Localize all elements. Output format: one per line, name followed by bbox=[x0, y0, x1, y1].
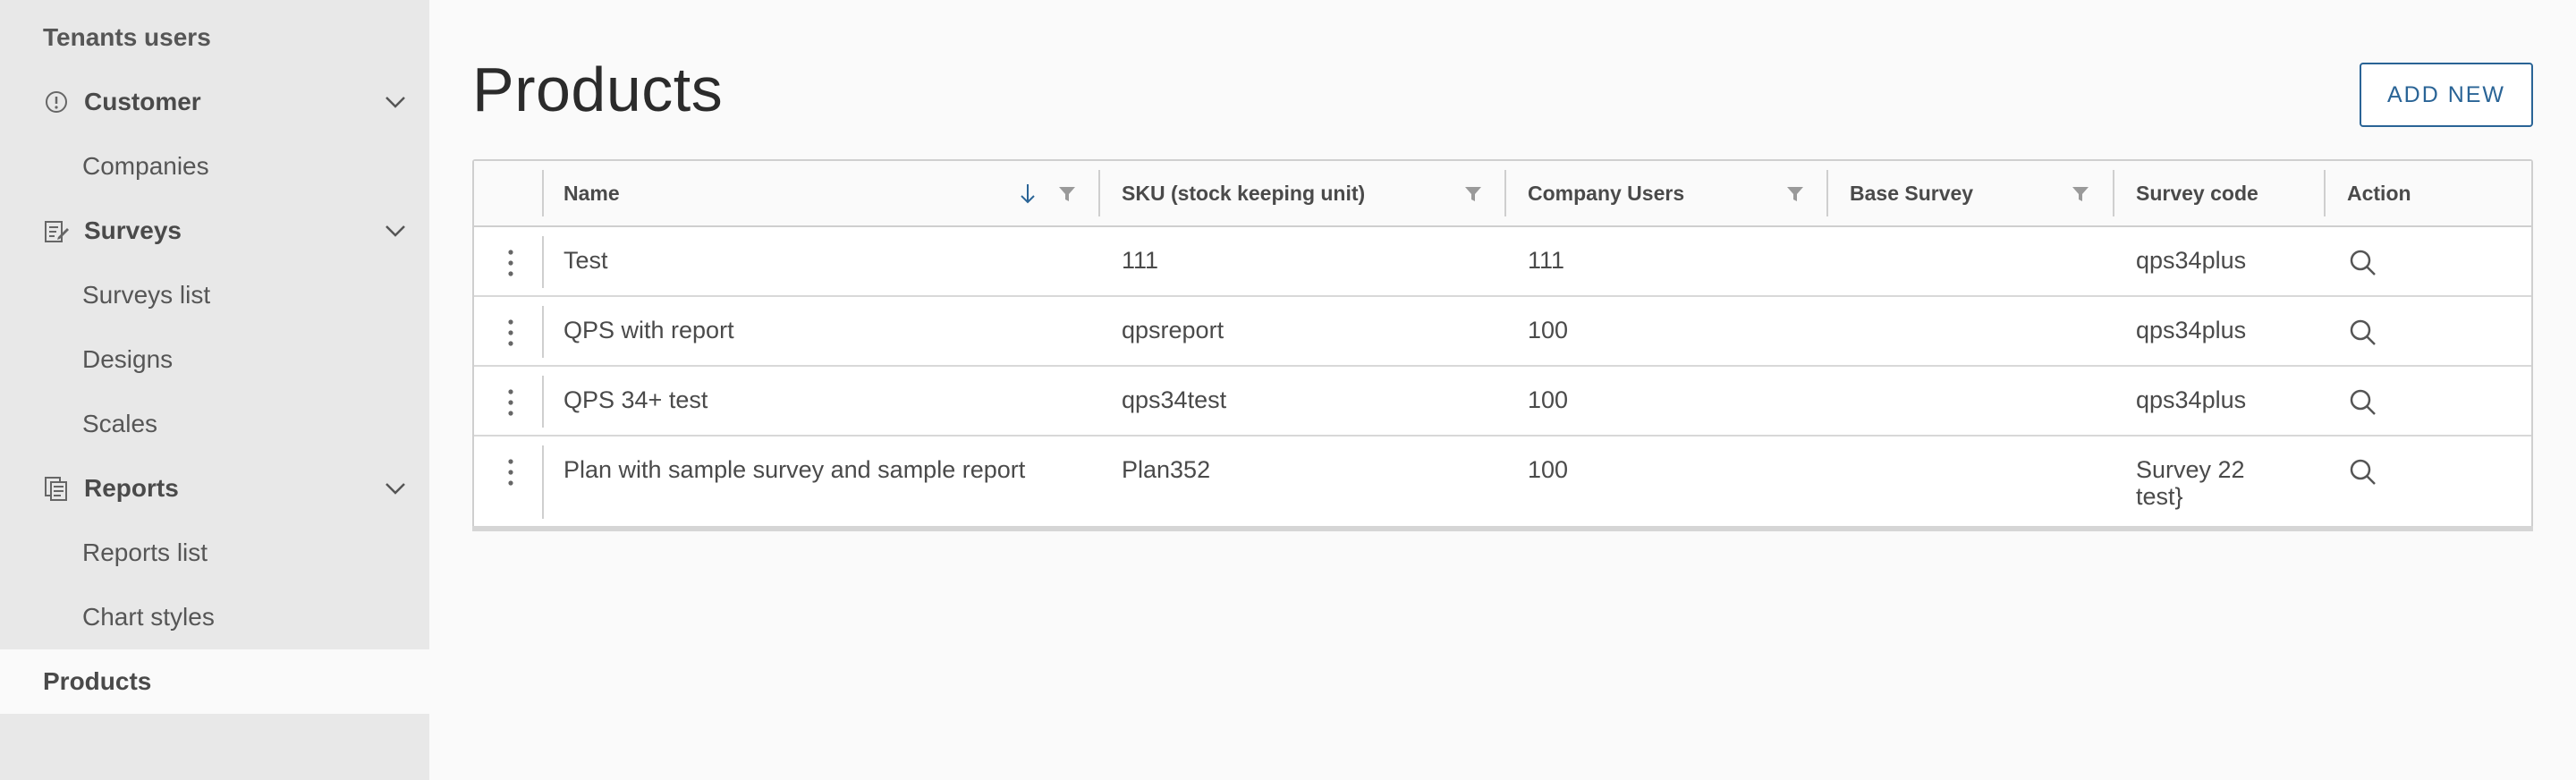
cell-sku: qps34test bbox=[1122, 386, 1227, 413]
sidebar-item-scales[interactable]: Scales bbox=[0, 392, 429, 456]
filter-icon[interactable] bbox=[1785, 184, 1805, 204]
cell-sku: 111 bbox=[1122, 247, 1159, 274]
row-actions-kebab-icon[interactable] bbox=[506, 245, 515, 281]
reports-copy-icon bbox=[43, 475, 70, 502]
row-separator bbox=[542, 445, 544, 519]
column-header-base-survey[interactable]: Base Survey bbox=[1850, 161, 2064, 225]
sidebar-item-label: Products bbox=[43, 667, 152, 695]
sidebar-group-label: Customer bbox=[84, 88, 201, 115]
filter-icon[interactable] bbox=[1463, 184, 1483, 204]
table-row: Test 111 111 qps34plus bbox=[474, 227, 2531, 297]
datagrid-footer-bar bbox=[472, 526, 2533, 531]
table-row: QPS 34+ test qps34test 100 qps34plus bbox=[474, 367, 2531, 437]
cell-company-users: 100 bbox=[1528, 386, 1569, 413]
sidebar-item-label: Designs bbox=[82, 345, 174, 373]
column-separator bbox=[542, 170, 544, 216]
sidebar-item-chart-styles[interactable]: Chart styles bbox=[0, 585, 429, 649]
sidebar-item-label: Surveys list bbox=[82, 281, 211, 309]
column-separator bbox=[1504, 170, 1506, 216]
sidebar-item-products[interactable]: Products bbox=[0, 649, 429, 714]
filter-icon[interactable] bbox=[1057, 184, 1077, 204]
column-header-survey-code[interactable]: Survey code bbox=[2136, 161, 2315, 225]
column-header-action: Action bbox=[2347, 161, 2508, 225]
sort-arrow-down-icon[interactable] bbox=[1018, 181, 1038, 206]
sidebar-group-surveys[interactable]: Surveys bbox=[0, 199, 429, 263]
sidebar-group-label: Reports bbox=[84, 474, 179, 502]
table-row: QPS with report qpsreport 100 qps34plus bbox=[474, 297, 2531, 367]
column-header-sku[interactable]: SKU (stock keeping unit) bbox=[1122, 161, 1497, 225]
row-actions-kebab-icon[interactable] bbox=[506, 315, 515, 351]
column-header-label: Company Users bbox=[1528, 181, 1685, 205]
cell-name: QPS with report bbox=[564, 317, 734, 343]
cell-sku: qpsreport bbox=[1122, 317, 1224, 343]
column-separator bbox=[2324, 170, 2326, 216]
sidebar-item-companies[interactable]: Companies bbox=[0, 134, 429, 199]
row-separator bbox=[542, 376, 544, 428]
search-icon[interactable] bbox=[2347, 247, 2379, 279]
table-row: Plan with sample survey and sample repor… bbox=[474, 437, 2531, 528]
search-icon[interactable] bbox=[2347, 317, 2379, 349]
column-separator bbox=[2113, 170, 2114, 216]
sidebar-item-surveys-list[interactable]: Surveys list bbox=[0, 263, 429, 327]
sidebar-item-label: Chart styles bbox=[82, 603, 215, 631]
products-datagrid: Name SKU (stock keeping unit) Company Us… bbox=[472, 159, 2533, 531]
sidebar-item-tenants-users[interactable]: Tenants users bbox=[0, 5, 429, 70]
page-title: Products bbox=[472, 55, 724, 124]
cell-survey-code: Survey 22 test} bbox=[2136, 456, 2245, 510]
row-actions-kebab-icon[interactable] bbox=[506, 454, 515, 490]
cell-name: Test bbox=[564, 247, 608, 274]
column-header-label: Survey code bbox=[2136, 181, 2258, 205]
row-separator bbox=[542, 236, 544, 288]
sidebar-item-label: Scales bbox=[82, 410, 158, 437]
column-header-label: Name bbox=[564, 181, 620, 205]
column-header-company-users[interactable]: Company Users bbox=[1528, 161, 1796, 225]
cell-survey-code: qps34plus bbox=[2136, 386, 2247, 413]
survey-edit-icon bbox=[43, 217, 70, 244]
sidebar-item-reports-list[interactable]: Reports list bbox=[0, 521, 429, 585]
row-separator bbox=[542, 306, 544, 358]
search-icon[interactable] bbox=[2347, 456, 2379, 488]
column-header-label: Base Survey bbox=[1850, 181, 1974, 205]
sidebar-item-designs[interactable]: Designs bbox=[0, 327, 429, 392]
datagrid-header: Name SKU (stock keeping unit) Company Us… bbox=[474, 161, 2531, 227]
cell-name: QPS 34+ test bbox=[564, 386, 708, 413]
cell-survey-code: qps34plus bbox=[2136, 317, 2247, 343]
cell-company-users: 100 bbox=[1528, 456, 1569, 483]
chevron-down-icon[interactable] bbox=[383, 218, 408, 243]
column-header-label: SKU (stock keeping unit) bbox=[1122, 181, 1366, 205]
sidebar-group-label: Surveys bbox=[84, 216, 182, 244]
add-new-button[interactable]: ADD NEW bbox=[2360, 63, 2533, 127]
cell-company-users: 100 bbox=[1528, 317, 1569, 343]
row-actions-kebab-icon[interactable] bbox=[506, 385, 515, 420]
cell-sku: Plan352 bbox=[1122, 456, 1211, 483]
filter-icon[interactable] bbox=[2071, 184, 2090, 204]
column-separator bbox=[1098, 170, 1100, 216]
search-icon[interactable] bbox=[2347, 386, 2379, 419]
cell-name: Plan with sample survey and sample repor… bbox=[564, 456, 1026, 483]
column-separator bbox=[1826, 170, 1828, 216]
column-header-label: Action bbox=[2347, 181, 2411, 205]
sidebar: Tenants users Customer Companies Surveys… bbox=[0, 0, 429, 780]
cell-survey-code: qps34plus bbox=[2136, 247, 2247, 274]
sidebar-item-label: Tenants users bbox=[43, 23, 211, 51]
chevron-down-icon[interactable] bbox=[383, 89, 408, 114]
cell-company-users: 111 bbox=[1528, 247, 1565, 274]
sidebar-item-label: Companies bbox=[82, 152, 209, 180]
chevron-down-icon[interactable] bbox=[383, 476, 408, 501]
sidebar-item-label: Reports list bbox=[82, 538, 208, 566]
info-circle-icon bbox=[43, 89, 70, 115]
sidebar-group-customer[interactable]: Customer bbox=[0, 70, 429, 134]
sidebar-group-reports[interactable]: Reports bbox=[0, 456, 429, 521]
